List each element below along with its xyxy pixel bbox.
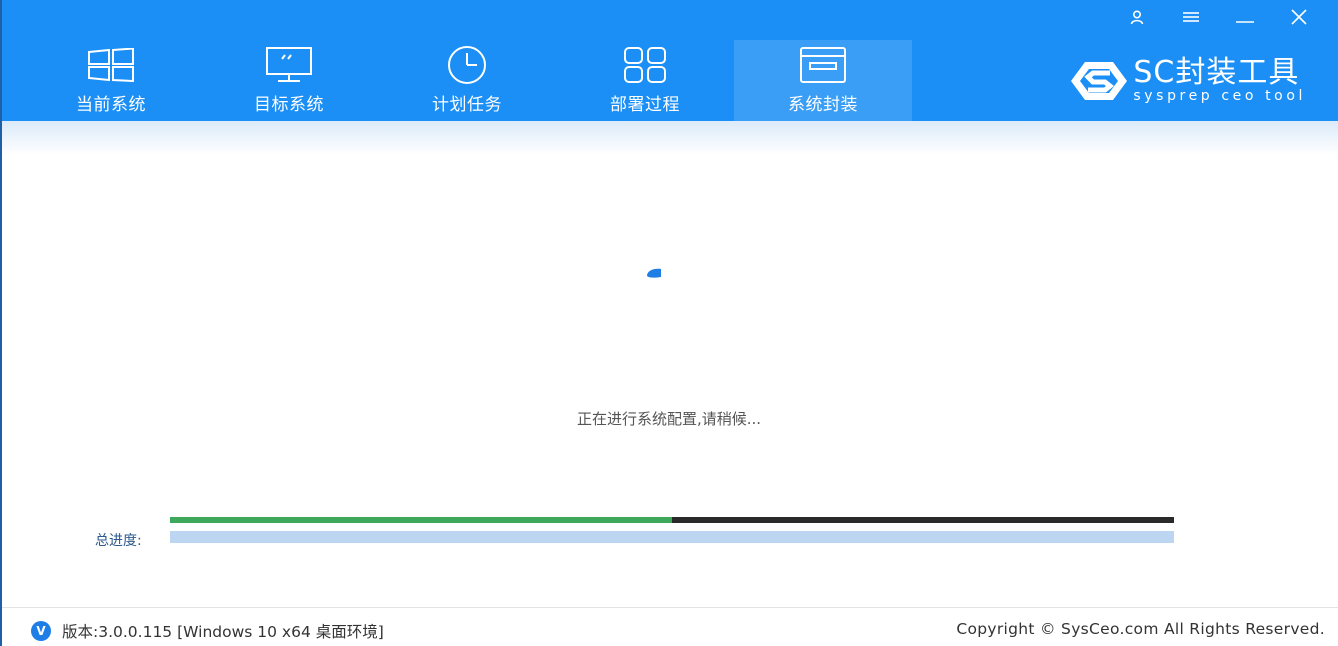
user-icon <box>1130 10 1144 25</box>
minimize-button[interactable] <box>1218 5 1272 29</box>
tab-current-system[interactable]: 当前系统 <box>22 40 200 121</box>
user-button[interactable] <box>1110 5 1164 29</box>
header-bar: 当前系统 目标系统 计划任务 部署过程 系统封装 SC封装工具 sysprep … <box>0 0 1338 121</box>
monitor-icon <box>266 47 312 82</box>
version-text: 版本:3.0.0.115 [Windows 10 x64 桌面环境] <box>62 623 384 641</box>
grid-icon <box>624 47 666 83</box>
menu-button[interactable] <box>1164 5 1218 29</box>
status-message: 正在进行系统配置,请稍候... <box>576 410 762 428</box>
copyright-text: Copyright © SysCeo.com All Rights Reserv… <box>956 620 1325 638</box>
brand-subtitle: sysprep ceo tool <box>1133 88 1306 104</box>
current-progress-bar <box>170 517 1174 523</box>
footer-divider <box>0 607 1338 608</box>
window-controls <box>1110 5 1326 29</box>
tab-label: 计划任务 <box>432 95 502 115</box>
close-button[interactable] <box>1272 5 1326 29</box>
menu-icon <box>1183 12 1199 22</box>
loading-spinner-icon <box>647 268 661 278</box>
minimize-icon <box>1236 21 1254 23</box>
total-progress-label: 总进度: <box>95 533 142 549</box>
tab-label: 部署过程 <box>610 95 680 115</box>
tab-deploy-process[interactable]: 部署过程 <box>556 40 734 121</box>
version-info: V 版本:3.0.0.115 [Windows 10 x64 桌面环境] <box>31 620 384 642</box>
windows-icon <box>88 48 134 82</box>
clock-icon <box>448 46 486 84</box>
tab-label: 系统封装 <box>788 95 858 115</box>
tab-scheduled-tasks[interactable]: 计划任务 <box>378 40 556 121</box>
current-progress-fill <box>170 517 672 523</box>
header-shadow <box>0 121 1338 155</box>
window-border <box>0 0 2 646</box>
tab-label: 目标系统 <box>254 95 324 115</box>
tab-target-system[interactable]: 目标系统 <box>200 40 378 121</box>
main-tabs: 当前系统 目标系统 计划任务 部署过程 系统封装 <box>22 40 912 121</box>
brand-title: SC封装工具 <box>1133 55 1300 90</box>
total-progress-bar <box>170 531 1174 543</box>
brand-logo: SC封装工具 sysprep ceo tool <box>1069 58 1306 104</box>
tab-label: 当前系统 <box>76 95 146 115</box>
version-badge-icon: V <box>31 621 51 641</box>
close-icon <box>1291 9 1307 25</box>
sc-logo-icon <box>1071 62 1128 100</box>
package-icon <box>800 47 846 83</box>
tab-system-package[interactable]: 系统封装 <box>734 40 912 121</box>
